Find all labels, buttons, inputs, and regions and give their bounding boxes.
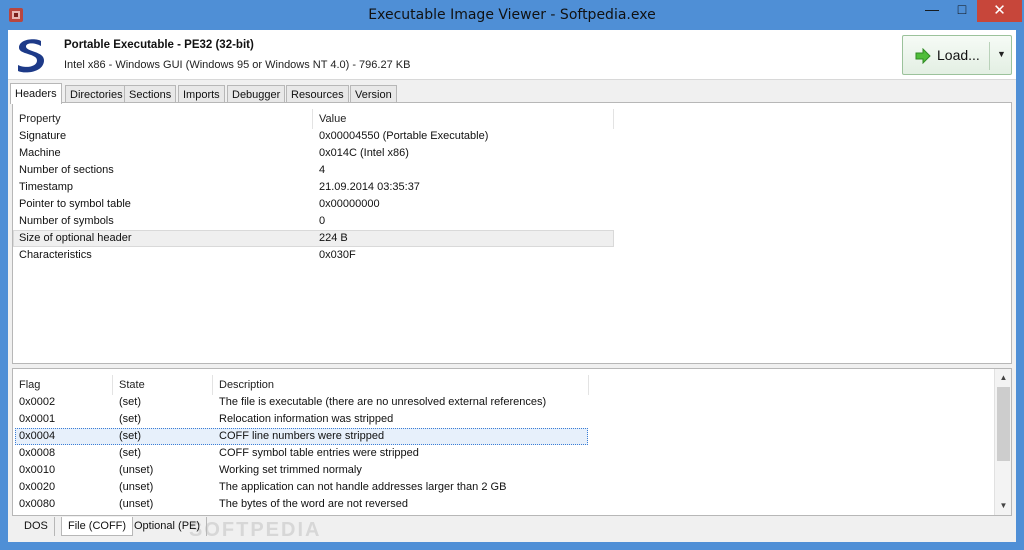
- file-info-header: Portable Executable - PE32 (32-bit) Inte…: [8, 30, 1016, 80]
- load-button[interactable]: Load... ▼: [902, 35, 1012, 75]
- table-row-description-cell[interactable]: Relocation information was stripped: [213, 411, 773, 428]
- table-row-value[interactable]: 0x030F: [313, 247, 613, 264]
- table-row-value[interactable]: 0: [313, 213, 613, 230]
- tab-resources[interactable]: Resources: [286, 85, 349, 103]
- table-row-state-cell[interactable]: (set): [113, 428, 213, 445]
- table-row-property[interactable]: Signature: [13, 128, 313, 145]
- pe-format-subtitle: Intel x86 - Windows GUI (Windows 95 or W…: [64, 59, 411, 71]
- load-button-label: Load...: [937, 47, 980, 63]
- table-row-flag-cell[interactable]: 0x0002: [13, 394, 113, 411]
- tab-dos[interactable]: DOS: [18, 517, 55, 536]
- arrow-right-icon: [915, 48, 931, 64]
- table-row-description-cell[interactable]: The application can not handle addresses…: [213, 479, 773, 496]
- table-row-property[interactable]: Timestamp: [13, 179, 313, 196]
- chevron-down-icon[interactable]: ▼: [997, 49, 1006, 59]
- tab-debugger[interactable]: Debugger: [227, 85, 286, 103]
- table-row-state-cell[interactable]: (unset): [113, 479, 213, 496]
- table-row-description-cell[interactable]: Working set trimmed normaly: [213, 462, 773, 479]
- scrollbar-thumb[interactable]: [997, 387, 1010, 461]
- table-row-property[interactable]: Pointer to symbol table: [13, 196, 313, 213]
- window-title: Executable Image Viewer - Softpedia.exe: [368, 7, 656, 23]
- table-row-state-cell[interactable]: (unset): [113, 496, 213, 513]
- tab-optional-pe[interactable]: Optional (PE): [128, 517, 208, 536]
- tab-directories[interactable]: Directories: [65, 85, 128, 103]
- table-row-property[interactable]: Characteristics: [13, 247, 313, 264]
- scroll-down-icon[interactable]: ▼: [997, 499, 1010, 513]
- column-header-flag[interactable]: Flag: [13, 375, 113, 395]
- table-row-description-cell[interactable]: COFF symbol table entries were stripped: [213, 445, 773, 462]
- column-header-filler: [614, 109, 1010, 129]
- table-row-flag-cell[interactable]: 0x0008: [13, 445, 113, 462]
- table-row-value[interactable]: 0x00004550 (Portable Executable): [313, 128, 613, 145]
- scroll-up-icon[interactable]: ▲: [997, 371, 1010, 385]
- minimize-button[interactable]: —: [917, 0, 947, 22]
- load-button-separator: [989, 42, 990, 70]
- headers-table: Property Value Signature 0x00004550 (Port…: [12, 102, 1012, 364]
- table-row-flag-cell[interactable]: 0x0020: [13, 479, 113, 496]
- table-row-description-cell[interactable]: The file is executable (there are no unr…: [213, 394, 773, 411]
- column-header-property[interactable]: Property: [13, 109, 313, 129]
- table-row-flag-cell[interactable]: 0x0001: [13, 411, 113, 428]
- title-bar[interactable]: Executable Image Viewer - Softpedia.exe …: [0, 0, 1024, 30]
- flags-scrollbar[interactable]: ▲ ▼: [994, 369, 1011, 515]
- column-header-state[interactable]: State: [113, 375, 213, 395]
- table-row-flag-cell[interactable]: 0x0010: [13, 462, 113, 479]
- maximize-button[interactable]: □: [947, 0, 977, 22]
- column-header-description[interactable]: Description: [213, 375, 589, 395]
- client-area: Portable Executable - PE32 (32-bit) Inte…: [8, 30, 1016, 542]
- table-row-flag-cell[interactable]: 0x0080: [13, 496, 113, 513]
- table-row-property[interactable]: Size of optional header: [13, 230, 313, 247]
- close-button[interactable]: ✕: [977, 0, 1022, 22]
- tab-file-coff[interactable]: File (COFF): [61, 517, 134, 536]
- table-row-state-cell[interactable]: (set): [113, 411, 213, 428]
- table-row-value[interactable]: 0x00000000: [313, 196, 613, 213]
- table-row-value[interactable]: 0x014C (Intel x86): [313, 145, 613, 162]
- pe-format-title: Portable Executable - PE32 (32-bit): [64, 39, 254, 51]
- tab-sections[interactable]: Sections: [124, 85, 177, 103]
- table-row-state-cell[interactable]: (set): [113, 394, 213, 411]
- table-row-description-cell[interactable]: The bytes of the word are not reversed: [213, 496, 773, 513]
- flags-table: Flag State Description 0x0002 (set) The fi…: [12, 368, 1012, 541]
- table-row-description-cell[interactable]: COFF line numbers were stripped: [213, 428, 773, 445]
- tab-headers[interactable]: Headers: [10, 83, 62, 104]
- tab-imports[interactable]: Imports: [178, 85, 225, 103]
- softpedia-watermark: SOFTPEDIA: [189, 519, 322, 541]
- table-row-property[interactable]: Number of symbols: [13, 213, 313, 230]
- table-row-flag-cell[interactable]: 0x0004: [13, 428, 113, 445]
- table-row-value[interactable]: 224 B: [313, 230, 613, 247]
- app-window: Executable Image Viewer - Softpedia.exe …: [0, 0, 1024, 550]
- table-row-state-cell[interactable]: (set): [113, 445, 213, 462]
- table-row-state-cell[interactable]: (unset): [113, 462, 213, 479]
- softpedia-logo-icon: [18, 39, 45, 73]
- table-row-property[interactable]: Number of sections: [13, 162, 313, 179]
- table-row-property[interactable]: Machine: [13, 145, 313, 162]
- tab-version[interactable]: Version: [350, 85, 397, 103]
- table-row-value[interactable]: 4: [313, 162, 613, 179]
- table-row-value[interactable]: 21.09.2014 03:35:37: [313, 179, 613, 196]
- column-header-value[interactable]: Value: [313, 109, 614, 129]
